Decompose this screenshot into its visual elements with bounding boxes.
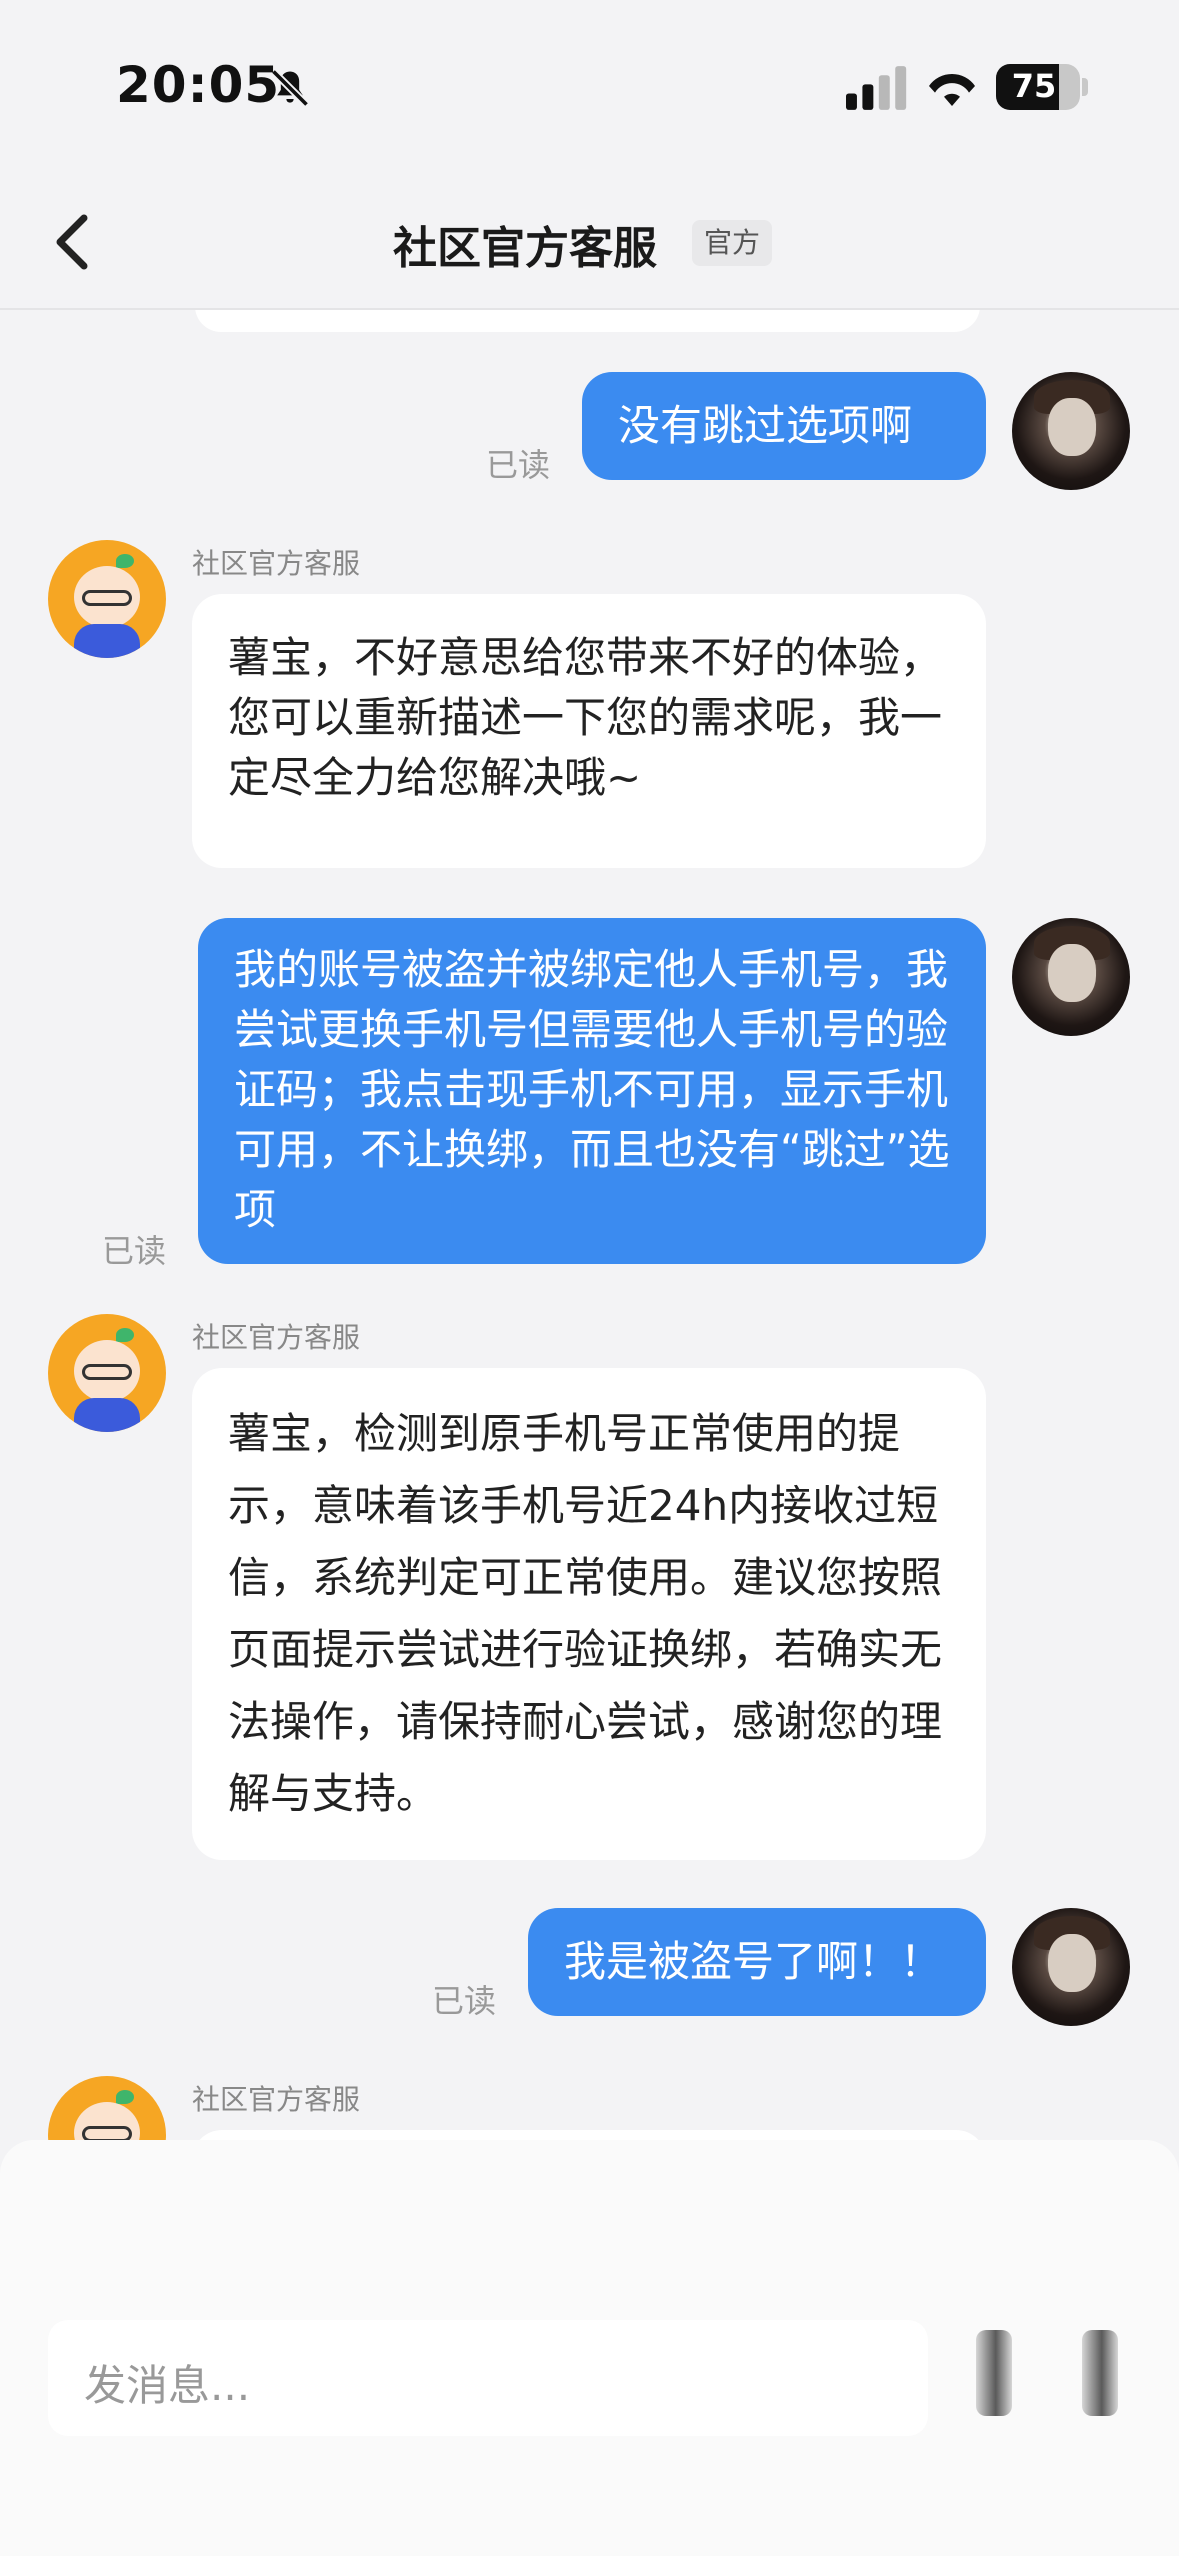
message-bubble[interactable]: 我的账号被盗并被绑定他人手机号，我尝试更换手机号但需要他人手机号的验证码；我点击… [198, 918, 986, 1264]
sender-name: 社区官方客服 [192, 1321, 361, 1354]
chat-list[interactable]: 已读 没有跳过选项啊 社区官方客服 薯宝，不好意思给您带来不好的体验，您可以重新… [0, 310, 1179, 2140]
message-input[interactable]: 发消息... [48, 2320, 928, 2436]
read-status: 已读 [102, 1232, 167, 1270]
sender-name: 社区官方客服 [192, 2083, 361, 2116]
read-status: 已读 [432, 1982, 497, 2020]
message-bubble[interactable]: 薯宝，不好意思给您带来不好的体验，您可以重新描述一下您的需求呢，我一定尽全力给您… [192, 594, 986, 868]
back-chevron-icon[interactable] [52, 212, 92, 272]
nav-bar: 社区官方客服 官方 [0, 170, 1179, 310]
status-bar: 20:05 75 [0, 0, 1179, 170]
more-button[interactable] [1082, 2330, 1118, 2416]
message-bubble[interactable]: 我是被盗号了啊！！ [528, 1908, 986, 2016]
message-bubble[interactable]: 薯宝，检测到原手机号正常使用的提示，意味着该手机号近24h内接收过短信，系统判定… [192, 1368, 986, 1860]
official-badge: 官方 [692, 220, 773, 266]
user-avatar[interactable] [1012, 372, 1130, 490]
read-status: 已读 [486, 446, 551, 484]
signal-icon [846, 66, 907, 110]
message-bubble[interactable]: 没有跳过选项啊 [582, 372, 986, 480]
message-bubble[interactable] [192, 2130, 986, 2140]
input-panel: 发消息... [0, 2140, 1179, 2556]
service-avatar[interactable] [48, 2076, 166, 2140]
status-time: 20:05 [116, 56, 281, 114]
battery-percent: 75 [1011, 67, 1057, 105]
input-placeholder: 发消息... [84, 2361, 251, 2410]
battery-tip [1082, 78, 1088, 96]
previous-message-bubble [195, 310, 980, 332]
emoji-button[interactable] [976, 2330, 1012, 2416]
sender-name: 社区官方客服 [192, 547, 361, 580]
wifi-icon [929, 73, 975, 106]
chat-title: 社区官方客服 [393, 223, 657, 274]
battery-indicator: 75 [996, 64, 1080, 110]
user-avatar[interactable] [1012, 918, 1130, 1036]
bell-muted-icon [270, 68, 310, 108]
service-avatar[interactable] [48, 540, 166, 658]
user-avatar[interactable] [1012, 1908, 1130, 2026]
service-avatar[interactable] [48, 1314, 166, 1432]
